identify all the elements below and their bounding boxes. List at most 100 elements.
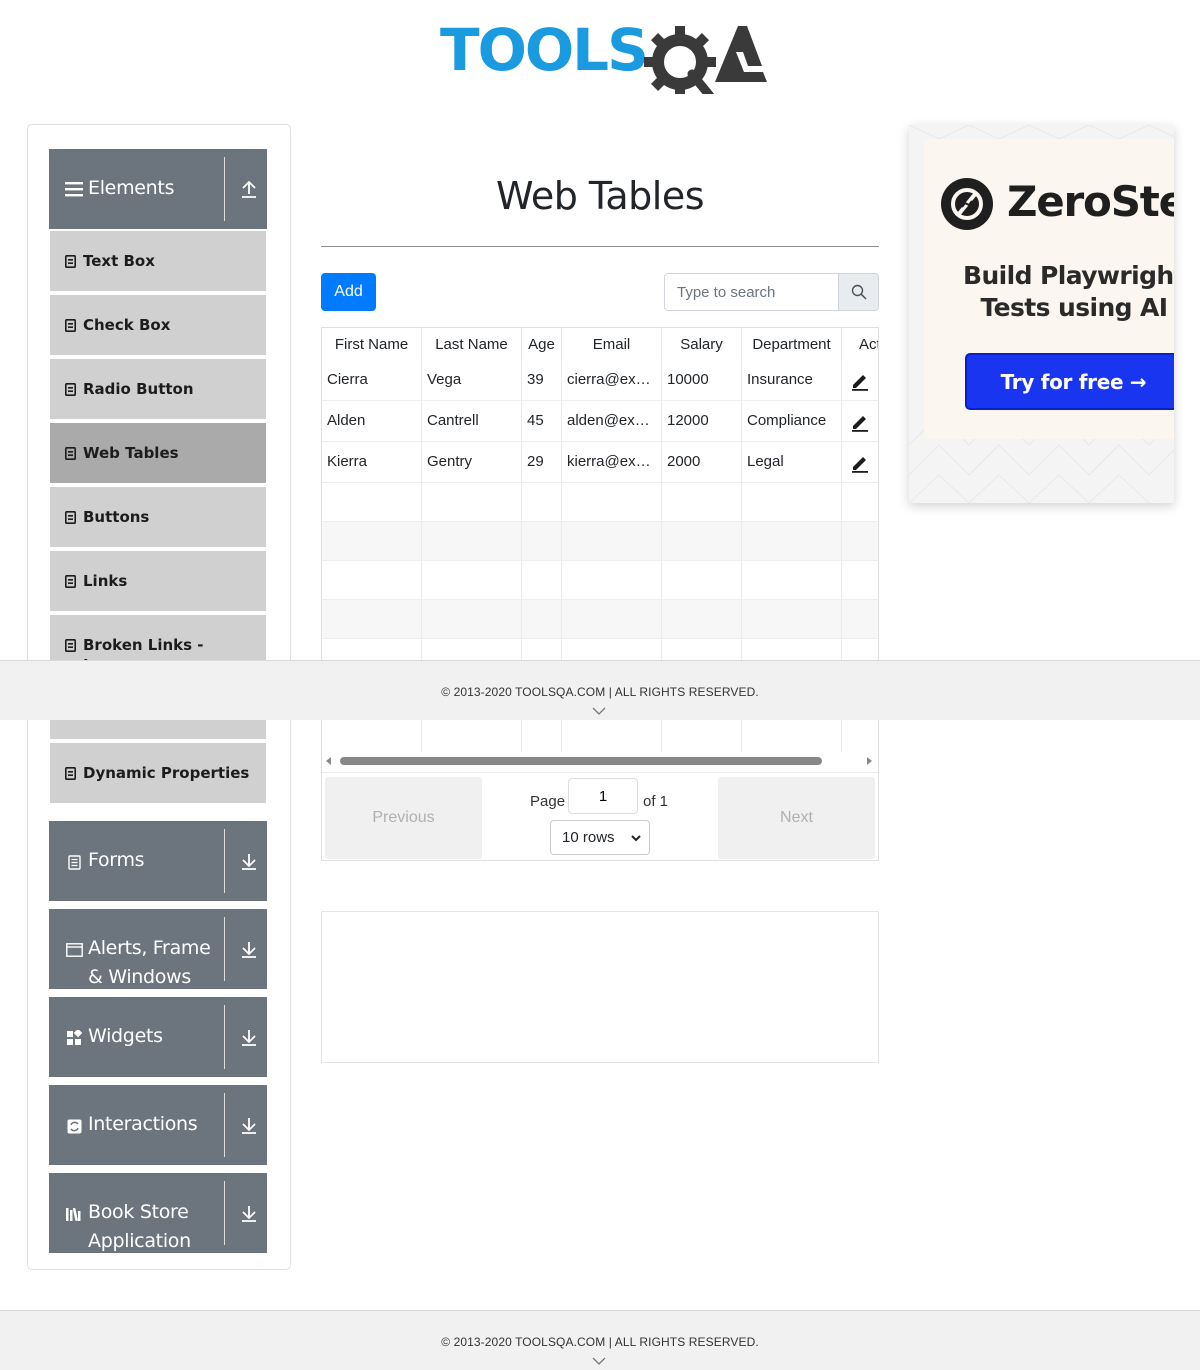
list-icon bbox=[65, 447, 76, 460]
group-elements[interactable]: Elements bbox=[49, 149, 267, 229]
menu-item-buttons[interactable]: Buttons bbox=[50, 487, 266, 549]
column-header-first-name[interactable]: First Name bbox=[322, 328, 422, 360]
header: TOOLS bbox=[0, 0, 1200, 100]
search-icon bbox=[851, 284, 867, 300]
column-header-email[interactable]: Email bbox=[562, 328, 662, 360]
divider bbox=[224, 829, 225, 893]
books-icon bbox=[65, 1205, 83, 1223]
empty-row bbox=[322, 717, 878, 753]
chevron-down-icon[interactable] bbox=[592, 706, 606, 716]
zerostep-logo-icon bbox=[941, 178, 993, 230]
expand-down-icon[interactable] bbox=[239, 1115, 259, 1135]
page-total: of 1 bbox=[643, 793, 669, 810]
cell-age: 29 bbox=[522, 442, 562, 482]
divider bbox=[224, 1093, 225, 1157]
search-button[interactable] bbox=[838, 274, 878, 310]
empty-row bbox=[322, 522, 878, 561]
toolsqa-logo[interactable]: TOOLS bbox=[440, 14, 770, 94]
menu-item-text-box[interactable]: Text Box bbox=[50, 231, 266, 293]
next-button[interactable]: Next bbox=[718, 777, 875, 859]
column-header-action[interactable]: Action bbox=[842, 328, 878, 360]
list-icon bbox=[65, 575, 76, 588]
advertisement[interactable]: ZeroStep Build Playwright Tests using AI… bbox=[909, 125, 1174, 503]
svg-text:TOOLS: TOOLS bbox=[440, 16, 647, 84]
window-icon bbox=[65, 941, 83, 959]
page-label: Page bbox=[530, 793, 566, 810]
menu-item-label: Text Box bbox=[83, 252, 155, 270]
column-header-last-name[interactable]: Last Name bbox=[422, 328, 522, 360]
empty-row bbox=[322, 483, 878, 522]
menu-item-dynamic-properties[interactable]: Dynamic Properties bbox=[50, 743, 266, 805]
divider bbox=[321, 246, 879, 247]
previous-button[interactable]: Previous bbox=[325, 777, 482, 859]
menu-item-label: Buttons bbox=[83, 508, 150, 526]
form-icon bbox=[65, 853, 83, 871]
list-icon bbox=[65, 767, 76, 780]
interactions-icon bbox=[65, 1117, 83, 1135]
cell-salary: 12000 bbox=[662, 401, 742, 441]
scroll-left-icon bbox=[326, 757, 331, 765]
cell-department: Legal bbox=[742, 442, 842, 482]
cell-age: 39 bbox=[522, 360, 562, 400]
group-title: Alerts, Frame & Windows bbox=[88, 937, 211, 988]
edit-icon[interactable] bbox=[850, 371, 870, 391]
page-footer: © 2013-2020 TOOLSQA.COM | ALL RIGHTS RES… bbox=[0, 1310, 1200, 1370]
add-button[interactable]: Add bbox=[321, 273, 376, 311]
group-alerts-frame-windows[interactable]: Alerts, Frame & Windows bbox=[49, 909, 267, 989]
footer-text: © 2013-2020 TOOLSQA.COM | ALL RIGHTS RES… bbox=[441, 1335, 759, 1349]
cell-email: alden@ex… bbox=[562, 401, 662, 441]
menu-item-label: Web Tables bbox=[83, 444, 179, 462]
group-widgets[interactable]: Widgets bbox=[49, 997, 267, 1077]
menu-item-web-tables[interactable]: Web Tables bbox=[50, 423, 266, 485]
search-box bbox=[664, 273, 879, 311]
edit-icon[interactable] bbox=[850, 453, 870, 473]
expand-down-icon[interactable] bbox=[239, 1027, 259, 1047]
collapse-up-icon[interactable] bbox=[239, 179, 259, 199]
cell-first-name: Alden bbox=[322, 401, 422, 441]
scroll-right-icon bbox=[867, 757, 872, 765]
expand-down-icon[interactable] bbox=[239, 851, 259, 871]
cell-email: kierra@ex… bbox=[562, 442, 662, 482]
menu-item-links[interactable]: Links bbox=[50, 551, 266, 613]
footer-text: © 2013-2020 TOOLSQA.COM | ALL RIGHTS RES… bbox=[441, 685, 759, 699]
table-row: Kierra Gentry 29 kierra@ex… 2000 Legal bbox=[322, 442, 878, 483]
table-row: Alden Cantrell 45 alden@ex… 12000 Compli… bbox=[322, 401, 878, 442]
empty-row bbox=[322, 600, 878, 639]
menu-item-label: Check Box bbox=[83, 316, 171, 334]
expand-down-icon[interactable] bbox=[239, 939, 259, 959]
list-icon bbox=[65, 319, 76, 332]
list-icon bbox=[65, 639, 76, 652]
menu-item-label: Dynamic Properties bbox=[83, 764, 250, 782]
page-number-input[interactable] bbox=[568, 778, 638, 814]
expand-down-icon[interactable] bbox=[239, 1203, 259, 1223]
group-title: Widgets bbox=[88, 1025, 163, 1047]
table-header: First Name Last Name Age Email Salary De… bbox=[322, 328, 878, 360]
try-for-free-button[interactable]: Try for free → bbox=[965, 353, 1174, 410]
ad-brand: ZeroStep bbox=[1007, 177, 1174, 226]
menu-item-label: Radio Button bbox=[83, 380, 194, 398]
group-interactions[interactable]: Interactions bbox=[49, 1085, 267, 1165]
menu-item-check-box[interactable]: Check Box bbox=[50, 295, 266, 357]
chevron-down-icon[interactable] bbox=[592, 1356, 606, 1366]
divider bbox=[224, 157, 225, 221]
cell-last-name: Cantrell bbox=[422, 401, 522, 441]
horizontal-scrollbar[interactable] bbox=[322, 752, 878, 770]
cell-department: Insurance bbox=[742, 360, 842, 400]
group-forms[interactable]: Forms bbox=[49, 821, 267, 901]
menu-item-radio-button[interactable]: Radio Button bbox=[50, 359, 266, 421]
search-input[interactable] bbox=[665, 274, 838, 310]
divider bbox=[224, 917, 225, 981]
cell-last-name: Gentry bbox=[422, 442, 522, 482]
chevron-down-icon bbox=[631, 835, 641, 842]
empty-row bbox=[322, 561, 878, 600]
edit-icon[interactable] bbox=[850, 412, 870, 432]
group-book-store-application[interactable]: Book Store Application bbox=[49, 1173, 267, 1253]
scrollbar-thumb[interactable] bbox=[340, 757, 822, 765]
column-header-salary[interactable]: Salary bbox=[662, 328, 742, 360]
sticky-footer: © 2013-2020 TOOLSQA.COM | ALL RIGHTS RES… bbox=[0, 660, 1200, 720]
ad-card: ZeroStep Build Playwright Tests using AI… bbox=[924, 139, 1174, 439]
group-title: Book Store Application bbox=[88, 1201, 191, 1252]
rows-per-page-select[interactable]: 10 rows bbox=[550, 820, 650, 855]
column-header-age[interactable]: Age bbox=[522, 328, 562, 360]
column-header-department[interactable]: Department bbox=[742, 328, 842, 360]
